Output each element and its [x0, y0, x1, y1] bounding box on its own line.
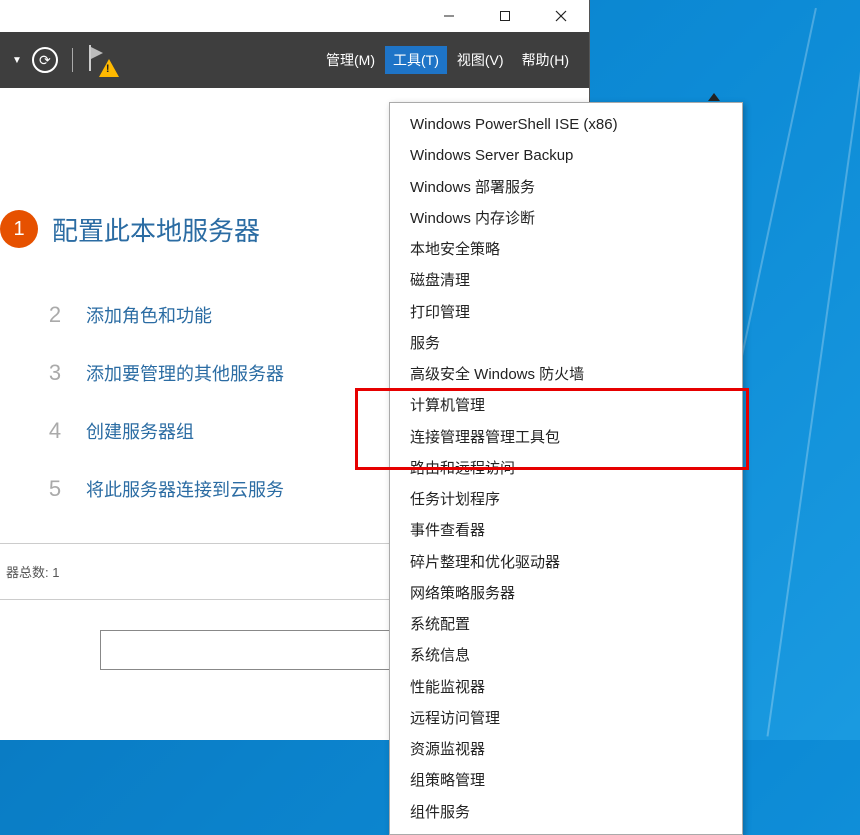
- tools-item-memory-diagnostic[interactable]: Windows 内存诊断: [390, 203, 742, 234]
- tools-dropdown: Windows PowerShell ISE (x86) Windows Ser…: [389, 102, 743, 835]
- tools-item-network-policy-server[interactable]: 网络策略服务器: [390, 578, 742, 609]
- maximize-button[interactable]: [483, 2, 527, 30]
- menu-tools[interactable]: 工具(T): [385, 46, 447, 74]
- maximize-icon: [499, 10, 511, 22]
- step-1-link[interactable]: 配置此本地服务器: [52, 211, 260, 248]
- tools-item-powershell-ise-x86[interactable]: Windows PowerShell ISE (x86): [390, 109, 742, 140]
- step-4-link[interactable]: 创建服务器组: [86, 418, 194, 444]
- menu-manage[interactable]: 管理(M): [318, 46, 383, 74]
- minimize-icon: [443, 10, 455, 22]
- dropdown-caret-icon[interactable]: ▼: [12, 55, 22, 66]
- tools-item-advanced-firewall[interactable]: 高级安全 Windows 防火墙: [390, 359, 742, 390]
- server-count-label: 器总数: 1: [6, 565, 59, 580]
- tools-item-print-management[interactable]: 打印管理: [390, 297, 742, 328]
- step-4-number: 4: [38, 414, 72, 448]
- menubar-left-controls: ▼ ⟳: [12, 45, 117, 75]
- tools-item-deployment-services[interactable]: Windows 部署服务: [390, 172, 742, 203]
- separator: [72, 48, 73, 72]
- tools-item-group-policy-management[interactable]: 组策略管理: [390, 765, 742, 796]
- window-titlebar: [0, 0, 589, 32]
- tools-item-resource-monitor[interactable]: 资源监视器: [390, 734, 742, 765]
- tools-item-server-backup[interactable]: Windows Server Backup: [390, 140, 742, 171]
- step-3-number: 3: [38, 356, 72, 390]
- step-5-link[interactable]: 将此服务器连接到云服务: [86, 476, 284, 502]
- menu-view[interactable]: 视图(V): [449, 46, 512, 74]
- notifications-flag[interactable]: [87, 45, 117, 75]
- minimize-button[interactable]: [427, 2, 471, 30]
- refresh-button[interactable]: ⟳: [32, 47, 58, 73]
- menu-help[interactable]: 帮助(H): [514, 46, 577, 74]
- flag-icon: [91, 47, 103, 59]
- tools-item-connection-manager-admin-kit[interactable]: 连接管理器管理工具包: [390, 422, 742, 453]
- tools-item-component-services[interactable]: 组件服务: [390, 797, 742, 828]
- step-1-number: 1: [0, 210, 38, 248]
- refresh-icon: ⟳: [39, 52, 51, 69]
- close-button[interactable]: [539, 2, 583, 30]
- tools-item-remote-access-management[interactable]: 远程访问管理: [390, 703, 742, 734]
- scroll-up-arrow-icon[interactable]: [708, 93, 720, 101]
- warning-icon: [99, 59, 119, 77]
- tools-item-defrag-optimize-drives[interactable]: 碎片整理和优化驱动器: [390, 547, 742, 578]
- menubar: ▼ ⟳ 管理(M) 工具(T) 视图(V) 帮助(H): [0, 32, 589, 88]
- step-5-number: 5: [38, 472, 72, 506]
- tools-item-local-security-policy[interactable]: 本地安全策略: [390, 234, 742, 265]
- menubar-right: 管理(M) 工具(T) 视图(V) 帮助(H): [318, 46, 577, 74]
- tools-item-task-scheduler[interactable]: 任务计划程序: [390, 484, 742, 515]
- tools-item-routing-remote-access[interactable]: 路由和远程访问: [390, 453, 742, 484]
- tools-item-system-info[interactable]: 系统信息: [390, 640, 742, 671]
- tools-item-computer-management[interactable]: 计算机管理: [390, 390, 742, 421]
- tools-item-performance-monitor[interactable]: 性能监视器: [390, 672, 742, 703]
- step-2-link[interactable]: 添加角色和功能: [86, 302, 212, 328]
- tools-item-disk-cleanup[interactable]: 磁盘清理: [390, 265, 742, 296]
- tools-item-event-viewer[interactable]: 事件查看器: [390, 515, 742, 546]
- tools-item-services[interactable]: 服务: [390, 328, 742, 359]
- close-icon: [555, 10, 567, 22]
- step-2-number: 2: [38, 298, 72, 332]
- step-3-link[interactable]: 添加要管理的其他服务器: [86, 360, 284, 386]
- tools-item-system-configuration[interactable]: 系统配置: [390, 609, 742, 640]
